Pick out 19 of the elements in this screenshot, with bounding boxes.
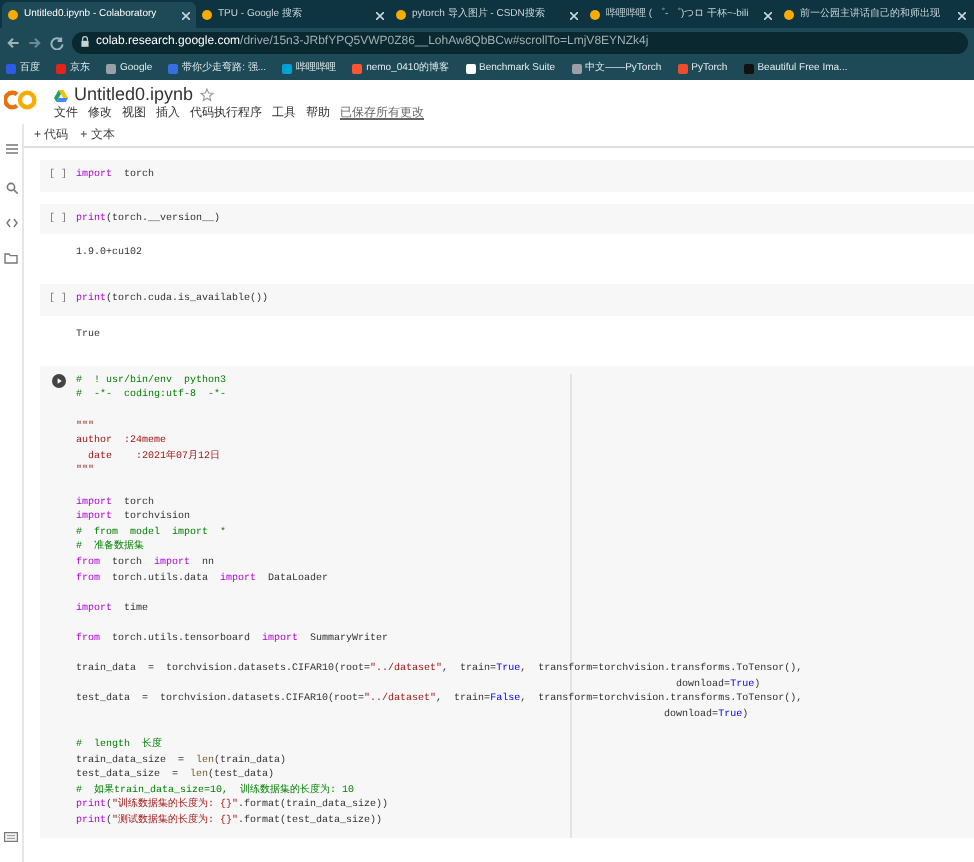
- reload-icon[interactable]: [50, 35, 64, 49]
- code-icon[interactable]: [5, 218, 17, 228]
- colab-logo: [4, 90, 38, 110]
- back-icon[interactable]: [6, 35, 20, 49]
- close-icon[interactable]: [376, 11, 384, 19]
- forward-icon[interactable]: [28, 35, 42, 49]
- drive-icon: [54, 89, 68, 101]
- search-icon[interactable]: [5, 182, 17, 194]
- notebook-title[interactable]: Untitled0.ipynb: [74, 86, 194, 104]
- folder-icon[interactable]: [4, 252, 18, 264]
- close-icon[interactable]: [570, 11, 578, 19]
- close-icon[interactable]: [958, 11, 966, 19]
- terminal-icon[interactable]: [4, 832, 18, 842]
- lock-icon[interactable]: [80, 36, 90, 48]
- menu-icon[interactable]: [5, 144, 17, 154]
- close-icon[interactable]: [764, 11, 772, 19]
- run-button[interactable]: [51, 373, 65, 388]
- star-icon[interactable]: [199, 88, 214, 102]
- close-icon[interactable]: [182, 11, 190, 19]
